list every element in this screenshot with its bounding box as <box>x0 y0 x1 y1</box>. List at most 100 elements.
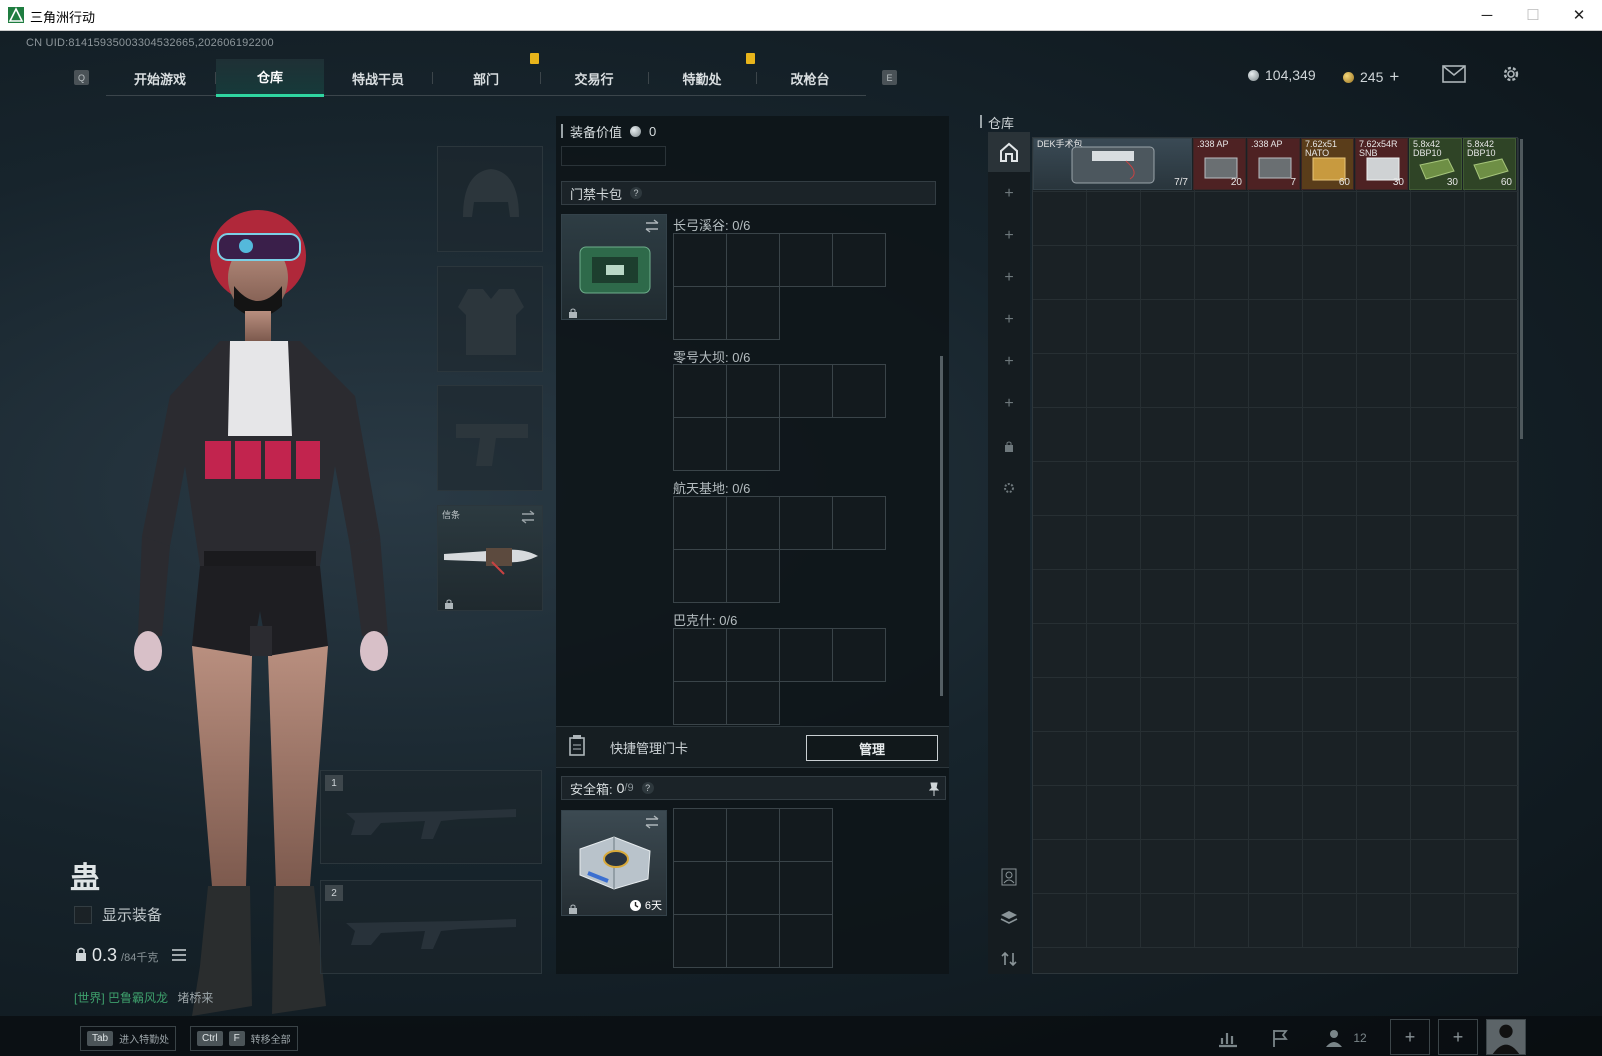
stash-cell[interactable] <box>1411 624 1465 678</box>
swap-icon[interactable] <box>520 510 536 524</box>
stash-cell[interactable] <box>1465 354 1519 408</box>
stash-cell[interactable] <box>1249 516 1303 570</box>
melee-slot[interactable]: 信条 <box>437 505 543 611</box>
swap-icon[interactable] <box>644 219 660 233</box>
keycard-cell[interactable] <box>673 681 727 725</box>
keycard-cell[interactable] <box>726 233 780 287</box>
stash-cell[interactable] <box>1303 570 1357 624</box>
pistol-slot[interactable] <box>437 385 543 491</box>
stash-cell[interactable] <box>1195 408 1249 462</box>
stash-cell[interactable] <box>1357 516 1411 570</box>
stash-cell[interactable] <box>1249 192 1303 246</box>
maximize-button[interactable]: ☐ <box>1510 0 1556 30</box>
add-stash-tab-icon[interactable]: + <box>988 216 1030 256</box>
stash-cell[interactable] <box>1195 300 1249 354</box>
stash-cell[interactable] <box>1141 462 1195 516</box>
stash-cell[interactable] <box>1033 840 1087 894</box>
stash-cell[interactable] <box>1141 246 1195 300</box>
add-stash-tab-icon[interactable]: + <box>988 342 1030 382</box>
stats-chart-icon[interactable] <box>1208 1024 1248 1052</box>
stash-cell[interactable] <box>1195 840 1249 894</box>
stash-cell[interactable] <box>1033 678 1087 732</box>
add-stash-tab-icon[interactable]: + <box>988 174 1030 214</box>
add-stash-tab-icon[interactable]: + <box>988 258 1030 298</box>
add-stash-tab-icon[interactable]: + <box>988 384 1030 424</box>
list-icon[interactable] <box>172 948 187 966</box>
stash-cell[interactable] <box>1303 840 1357 894</box>
stash-cell[interactable] <box>1195 246 1249 300</box>
stash-cell[interactable] <box>1087 516 1141 570</box>
stash-cell[interactable] <box>1087 408 1141 462</box>
stash-cell[interactable] <box>1303 246 1357 300</box>
friends-button[interactable]: 12 <box>1318 1024 1374 1052</box>
stash-cell[interactable] <box>1411 732 1465 786</box>
stash-cell[interactable] <box>1141 678 1195 732</box>
flag-icon[interactable] <box>1260 1024 1300 1052</box>
keycard-cell[interactable] <box>779 364 833 418</box>
stash-cell[interactable] <box>1033 786 1087 840</box>
stash-cell[interactable] <box>1303 732 1357 786</box>
stash-cell[interactable] <box>1033 894 1087 948</box>
minimize-button[interactable]: ─ <box>1464 0 1510 30</box>
stash-item-338-ap[interactable]: .338 AP 20 <box>1193 138 1246 190</box>
stash-cell[interactable] <box>1303 300 1357 354</box>
stash-cell[interactable] <box>1357 246 1411 300</box>
keycard-cell[interactable] <box>726 628 780 682</box>
stash-cell[interactable] <box>1087 786 1141 840</box>
stash-cell[interactable] <box>1195 624 1249 678</box>
stash-cell[interactable] <box>1033 408 1087 462</box>
stash-cell[interactable] <box>1357 192 1411 246</box>
stash-cell[interactable] <box>1303 516 1357 570</box>
stash-cell[interactable] <box>1087 894 1141 948</box>
stash-cell[interactable] <box>1411 354 1465 408</box>
swap-icon[interactable] <box>644 815 660 829</box>
safebox-cell[interactable] <box>726 861 780 915</box>
stash-cell[interactable] <box>1411 678 1465 732</box>
stash-cell[interactable] <box>1141 516 1195 570</box>
add-stash-tab-icon[interactable]: + <box>988 300 1030 340</box>
keycard-cell[interactable] <box>673 496 727 550</box>
keycard-cell[interactable] <box>832 364 886 418</box>
stash-cell[interactable] <box>1141 570 1195 624</box>
stash-cell[interactable] <box>1465 246 1519 300</box>
stash-cell[interactable] <box>1303 408 1357 462</box>
stash-cell[interactable] <box>1303 192 1357 246</box>
stash-item-58x42[interactable]: 5.8x42 DBP10 60 <box>1463 138 1516 190</box>
stash-cell[interactable] <box>1249 408 1303 462</box>
stash-cell[interactable] <box>1357 894 1411 948</box>
keycard-cell[interactable] <box>726 496 780 550</box>
invite-slot-button[interactable]: + <box>1438 1019 1478 1055</box>
manage-button[interactable]: 管理 <box>806 735 938 761</box>
close-button[interactable]: ✕ <box>1556 0 1602 30</box>
stash-settings-gear-icon[interactable] <box>988 468 1030 508</box>
stash-cell[interactable] <box>1141 786 1195 840</box>
stash-cell[interactable] <box>1087 246 1141 300</box>
stash-cell[interactable] <box>1249 840 1303 894</box>
stash-cell[interactable] <box>1465 570 1519 624</box>
keycard-cell[interactable] <box>673 233 727 287</box>
stash-cell[interactable] <box>1465 300 1519 354</box>
stash-cell[interactable] <box>1087 678 1141 732</box>
safebox-cell[interactable] <box>726 808 780 862</box>
transfer-all-hint[interactable]: Ctrl F 转移全部 <box>190 1026 298 1051</box>
stash-cell[interactable] <box>1411 462 1465 516</box>
stash-cell[interactable] <box>1303 678 1357 732</box>
keycard-cell[interactable] <box>726 681 780 725</box>
keycard-case-item[interactable] <box>561 214 667 320</box>
stash-cell[interactable] <box>1249 732 1303 786</box>
stash-cell[interactable] <box>1141 894 1195 948</box>
stash-cell[interactable] <box>1249 246 1303 300</box>
safebox-cell[interactable] <box>673 914 727 968</box>
keycard-cell[interactable] <box>673 364 727 418</box>
keycard-cell[interactable] <box>779 628 833 682</box>
keycard-cell[interactable] <box>832 496 886 550</box>
stash-layers-icon[interactable] <box>988 898 1030 938</box>
stash-cell[interactable] <box>1087 300 1141 354</box>
tab-start-game[interactable]: 开始游戏 <box>106 59 214 97</box>
stash-cell[interactable] <box>1087 192 1141 246</box>
stash-cell[interactable] <box>1357 732 1411 786</box>
stash-scrollbar[interactable] <box>1520 139 1523 439</box>
safebox-cell[interactable] <box>673 861 727 915</box>
stash-cell[interactable] <box>1141 192 1195 246</box>
keycard-cell[interactable] <box>726 364 780 418</box>
